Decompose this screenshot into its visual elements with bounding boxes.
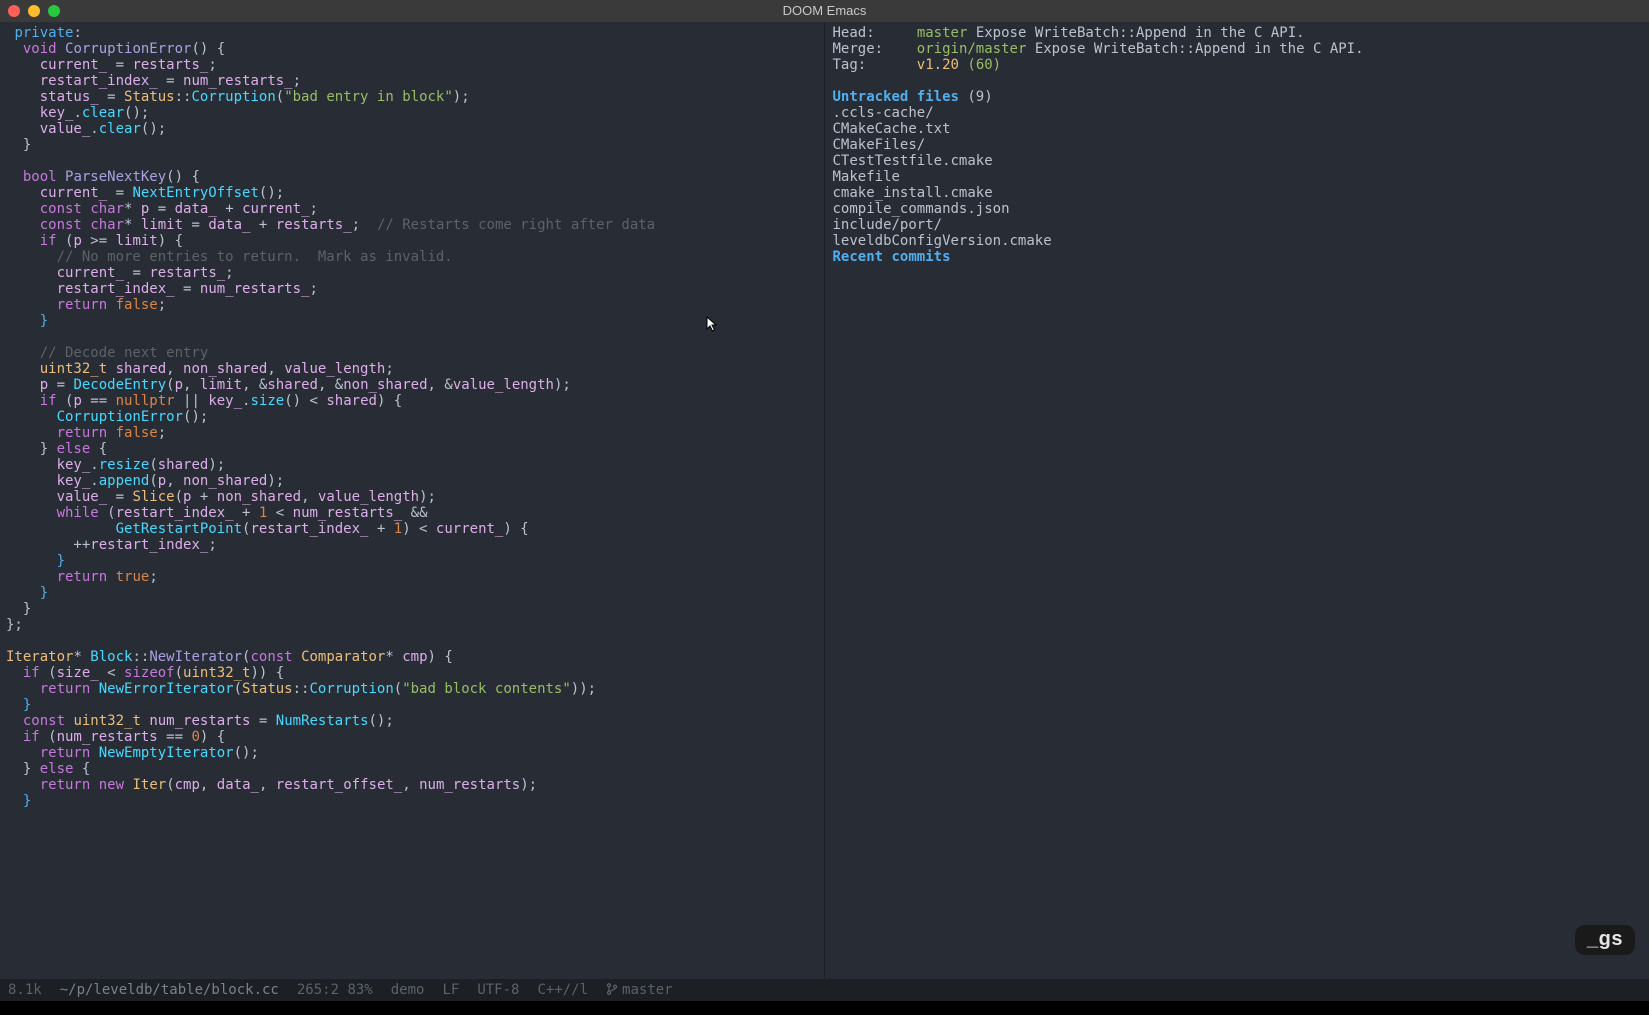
magit-merge-label: Merge: [833,41,884,57]
footer-shadow [0,1001,1649,1015]
modeline-size: 8.1k [8,982,42,998]
modeline-position: 265:2 83% [297,982,373,998]
magit-tag-name[interactable]: v1.20 [917,57,959,73]
magit-tag-label: Tag: [833,57,867,73]
zoom-icon[interactable] [48,5,60,17]
modeline: 8.1k ~/p/leveldb/table/block.cc 265:2 83… [0,979,1649,1001]
magit-head-msg: Expose WriteBatch::Append in the C API. [976,25,1305,41]
modeline-mode1: demo [391,982,425,998]
minimize-icon[interactable] [28,5,40,17]
modeline-path: ~/p/leveldb/table/block.cc [60,982,279,998]
magit-merge-branch[interactable]: origin/master [917,41,1027,57]
git-branch-icon [606,983,618,995]
modeline-eol: LF [442,982,459,998]
modeline-major-mode: C++//l [537,982,588,998]
magit-buffer[interactable]: Head: master Expose WriteBatch::Append i… [825,22,1649,979]
magit-tag-distance: (60) [967,57,1001,73]
magit-untracked-count: (9) [967,89,992,105]
window-title: DOOM Emacs [0,3,1649,19]
magit-recent-header[interactable]: Recent commits [833,249,951,265]
close-icon[interactable] [8,5,20,17]
magit-untracked-list[interactable]: .ccls-cache/ CMakeCache.txt CMakeFiles/ … [833,105,1052,249]
magit-head-label: Head: [833,25,875,41]
magit-merge-msg: Expose WriteBatch::Append in the C API. [1035,41,1364,57]
workspace: private: void CorruptionError() { curren… [0,22,1649,979]
modeline-vc: master [606,982,673,998]
magit-head-branch[interactable]: master [917,25,968,41]
window: DOOM Emacs private: void CorruptionError… [0,0,1649,1015]
modeline-encoding: UTF-8 [477,982,519,998]
code-buffer[interactable]: private: void CorruptionError() { curren… [0,22,825,979]
titlebar[interactable]: DOOM Emacs [0,0,1649,22]
magit-untracked-header[interactable]: Untracked files [833,89,959,105]
keycast-badge: _gs [1575,925,1635,955]
